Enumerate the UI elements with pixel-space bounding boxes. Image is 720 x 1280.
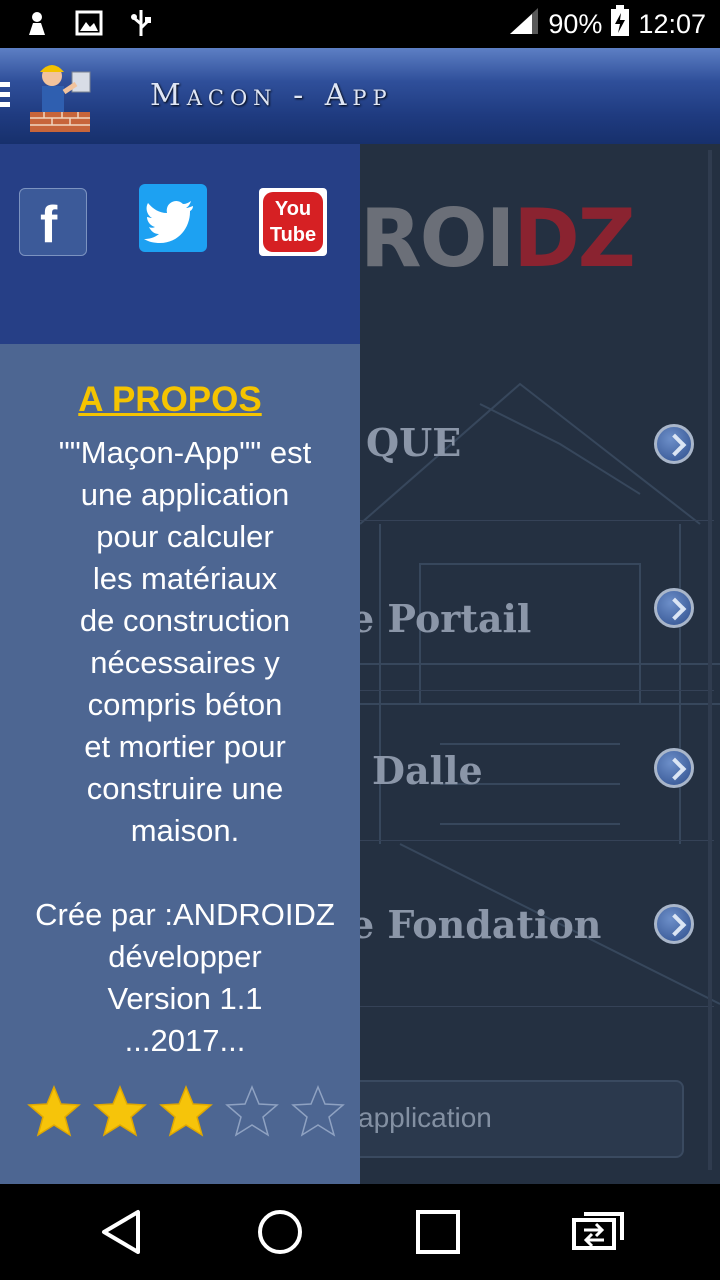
star-filled-icon[interactable]	[92, 1084, 148, 1140]
battery-percent: 90%	[548, 8, 603, 39]
usb-icon	[126, 8, 156, 38]
chevron-right-icon[interactable]	[654, 588, 694, 628]
youtube-icon: You Tube	[263, 192, 323, 252]
clock: 12:07	[638, 8, 706, 39]
about-text: ""Maçon-App"" est une application pour c…	[35, 435, 335, 1058]
home-icon[interactable]	[256, 1208, 304, 1256]
image-icon	[74, 8, 104, 38]
rating-bar[interactable]	[26, 1084, 346, 1140]
android-debug-icon	[22, 8, 52, 38]
youtube-button[interactable]: You Tube	[259, 188, 327, 256]
chevron-right-icon[interactable]	[654, 424, 694, 464]
chevron-right-icon[interactable]	[654, 904, 694, 944]
mason-worker-logo	[22, 52, 100, 136]
signal-icon	[508, 6, 540, 43]
menu-item-label: e Fondation	[350, 902, 602, 947]
facebook-button[interactable]: f	[19, 188, 87, 256]
app-title: Macon - App	[150, 78, 393, 113]
menu-item-label: QUE	[366, 420, 462, 465]
about-title: A PROPOS	[78, 380, 262, 419]
menu-item-label: Dalle	[372, 748, 483, 793]
star-filled-icon[interactable]	[26, 1084, 82, 1140]
drawer-header: f You Tube	[0, 144, 360, 344]
recents-icon[interactable]	[414, 1208, 462, 1256]
hamburger-icon[interactable]	[0, 82, 10, 112]
app-bar: Macon - App	[0, 48, 720, 144]
brand-logo: ROIDZ	[360, 192, 636, 285]
twitter-icon	[144, 200, 193, 243]
menu-item-label: e Portail	[350, 596, 532, 641]
switch-app-icon[interactable]	[570, 1208, 626, 1256]
chevron-right-icon[interactable]	[654, 748, 694, 788]
navigation-drawer: f You Tube A PROPOS ""Maçon-App"" est une…	[0, 144, 360, 1184]
star-empty-icon[interactable]	[224, 1084, 280, 1140]
status-bar: 90% 12:07	[0, 0, 720, 48]
scrollbar[interactable]	[708, 150, 712, 1170]
back-icon[interactable]	[98, 1208, 146, 1256]
twitter-button[interactable]	[139, 184, 207, 252]
nav-bar	[0, 1184, 720, 1280]
star-filled-icon[interactable]	[158, 1084, 214, 1140]
facebook-icon: f	[40, 196, 58, 254]
battery-charging-icon	[610, 4, 630, 44]
star-empty-icon[interactable]	[290, 1084, 346, 1140]
